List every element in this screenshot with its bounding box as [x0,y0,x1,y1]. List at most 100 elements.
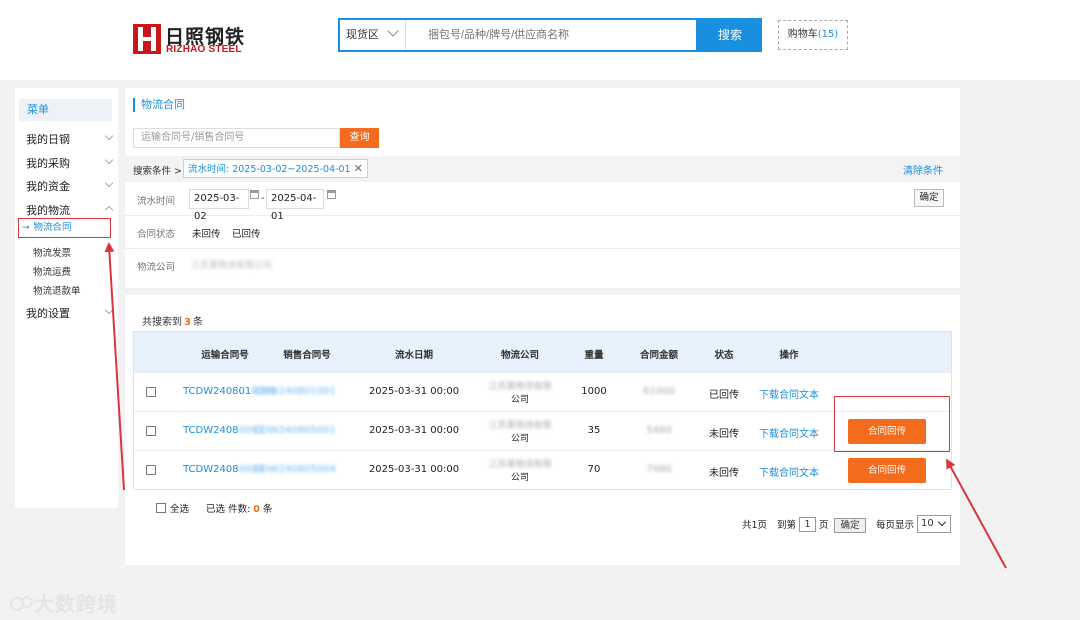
sidebar-menu: 菜单 我的日钢 我的采购 我的资金 我的物流 → 物流合同 物流发票 物流运费 物… [15,88,118,508]
contract-amount: 7980 [646,464,672,475]
download-contract-link[interactable]: 下载合同文本 [759,425,819,440]
contract-status: 已回传 [709,390,739,401]
status-option-returned[interactable]: 已回传 [232,226,261,240]
transport-no-text: TCDW2408 [183,464,239,475]
select-all-checkbox[interactable] [156,503,166,513]
sidebar-item-label: 我的采购 [26,157,70,170]
contract-amount: 61000 [643,386,675,397]
download-contract-link[interactable]: 下载合同文本 [759,464,819,479]
per-page-select[interactable]: 10 [917,515,951,533]
weight: 35 [587,425,601,436]
column-header: 销售合同号 [283,350,331,361]
chevron-down-icon [937,517,947,527]
selected-count: 0 [253,504,260,515]
clear-conditions-link[interactable]: 清除条件 [903,162,943,177]
watermark-text: 大数跨境 [34,592,118,616]
column-header: 流水日期 [394,350,434,361]
chevron-down-icon [104,155,114,165]
column-header: 重量 [584,350,604,361]
rizhao-logo[interactable]: 日照钢铁 RIZHAO STEEL [133,22,248,58]
contract-return-button[interactable]: 合同回传 [848,458,926,483]
search-bar: 现货区 [338,18,698,52]
condition-tag-text: 流水时间: 2025-03-02~2025-04-01 [188,164,351,175]
logistics-company: 江苏某物流有限 公司 [488,418,551,444]
contracts-table: 运输合同号 销售合同号 流水日期 物流公司 重量 合同金额 状态 操作 TCDW… [133,331,952,490]
flow-date: 2025-03-31 00:00 [368,464,460,475]
contract-amount: 5460 [646,425,672,436]
goto-page-button[interactable]: 确定 [834,518,866,533]
transport-no-text: TCDW2408 [183,425,239,436]
query-button[interactable]: 查询 [340,128,379,148]
filter-label: 合同状态 [137,229,176,240]
sidebar-item-my-funds[interactable]: 我的资金 [26,178,114,194]
contract-status: 未回传 [709,468,739,479]
sidebar-subitem-logistics-invoice[interactable]: 物流发票 [33,245,71,259]
date-from-input[interactable]: 2025-03-02 [189,189,249,222]
search-input[interactable] [428,20,688,50]
flow-date: 2025-03-31 00:00 [368,425,460,436]
transport-contract-no[interactable]: TCDW24080001 [183,425,264,436]
transport-contract-no[interactable]: TCDW24080004 [183,464,264,475]
search-scope-select[interactable]: 现货区 [340,20,406,50]
column-header: 运输合同号 [201,350,249,361]
calendar-icon[interactable] [327,190,336,199]
sales-contract-no[interactable]: CDW240801001 [254,386,336,397]
chevron-down-icon [104,131,114,141]
result-count-number: 3 [184,317,191,328]
sidebar-item-my-settings[interactable]: 我的设置 [26,305,114,321]
contract-search-input[interactable]: 运输合同号/销售合同号 [133,128,340,148]
company-name-hidden: 江苏某物流有限 [488,421,552,431]
sidebar-item-my-rizhao[interactable]: 我的日钢 [26,131,114,147]
page-number-input[interactable]: 1 [799,517,816,532]
sidebar-item-label: 我的物流 [26,204,70,217]
company-name-suffix: 公司 [510,473,530,483]
column-header: 物流公司 [500,350,540,361]
sidebar-item-my-purchase[interactable]: 我的采购 [26,155,114,171]
filter-row-time: 流水时间 2025-03-02 - 2025-04-01 确定 [125,183,960,222]
chevron-down-icon [387,25,399,37]
sidebar-subitem-logistics-contract[interactable]: → 物流合同 [18,218,111,238]
chevron-down-icon [104,305,114,315]
sidebar-subitem-logistics-freight[interactable]: 物流运费 [33,264,71,278]
filter-label: 物流公司 [137,262,176,273]
status-option-not-returned[interactable]: 未回传 [192,226,221,240]
sidebar-subitem-logistics-refund[interactable]: 物流退款单 [33,283,81,297]
cart-button[interactable]: 购物车(15) [778,20,848,50]
date-to-input[interactable]: 2025-04-01 [266,189,324,222]
table-header: 运输合同号 销售合同号 流水日期 物流公司 重量 合同金额 状态 操作 [134,332,951,372]
logistics-company: 江苏某物流有限 公司 [488,457,551,483]
sidebar-item-my-logistics[interactable]: 我的物流 [26,202,114,218]
company-name-hidden: 江苏某物流有限 [488,382,552,392]
search-condition-bar: 搜索条件 > 流水时间: 2025-03-02~2025-04-01 ✕ 清除条件 [125,156,960,182]
contract-status: 未回传 [709,429,739,440]
weight: 70 [587,464,601,475]
row-checkbox[interactable] [146,387,156,397]
search-button[interactable]: 搜索 [698,18,762,52]
sales-contract-no[interactable]: CDW240805001 [254,425,336,436]
menu-title: 菜单 [19,99,112,121]
company-name-hidden: 江苏某物流有限 [488,460,552,470]
date-confirm-button[interactable]: 确定 [914,189,944,207]
download-contract-link[interactable]: 下载合同文本 [759,386,819,401]
calendar-icon[interactable] [250,190,259,199]
per-page-label: 每页显示 [876,520,915,531]
weight: 1000 [581,386,607,397]
page-unit-label: 页 [819,520,829,531]
close-icon[interactable]: ✕ [354,162,363,175]
search-scope-value: 现货区 [346,28,379,41]
company-name-suffix: 公司 [510,395,530,405]
column-header: 状态 [714,350,734,361]
cart-count: (15) [817,29,839,40]
page-title: 物流合同 [133,98,185,112]
row-checkbox[interactable] [146,465,156,475]
company-option[interactable]: 江苏某物流有限公司 [191,258,272,271]
select-all-label[interactable]: 全选 [170,504,189,515]
cart-label: 购物车 [787,29,818,40]
date-separator: - [261,193,265,204]
sidebar-item-label: 我的资金 [26,180,70,193]
sales-contract-no[interactable]: CDW240805004 [254,464,336,475]
selected-unit: 条 [262,504,273,515]
watermark: 大数跨境 [10,588,118,617]
rizhao-logo-mark-icon [133,24,161,54]
row-checkbox[interactable] [146,426,156,436]
